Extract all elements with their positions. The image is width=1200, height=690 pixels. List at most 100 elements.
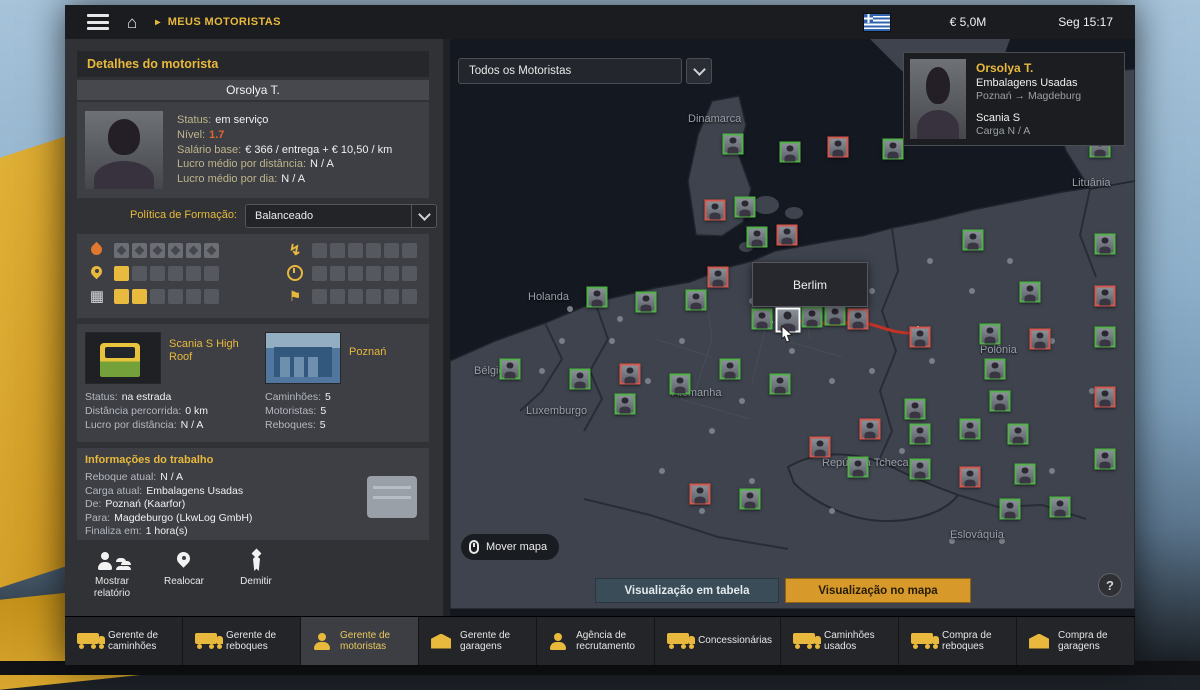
stat-value: 5 — [325, 390, 331, 404]
skill-cell — [186, 243, 201, 258]
training-policy-select[interactable]: Balanceado — [245, 204, 437, 228]
driver-marker[interactable] — [780, 142, 801, 163]
bottom-nav-bar: Gerente de caminhões Gerente de reboques… — [65, 616, 1135, 665]
driver-marker[interactable] — [960, 419, 981, 440]
bottom-nav-item[interactable]: Gerente de reboques — [183, 617, 301, 665]
driver-marker[interactable] — [910, 459, 931, 480]
table-view-button[interactable]: Visualização em tabela — [595, 578, 779, 603]
driver-marker[interactable] — [883, 139, 904, 160]
driver-marker[interactable] — [985, 359, 1006, 380]
card-cargo: Embalagens Usadas — [976, 77, 1120, 89]
skill-cell — [150, 289, 165, 304]
driver-marker[interactable] — [708, 267, 729, 288]
stat-value: 1 hora(s) — [146, 525, 188, 539]
driver-marker[interactable] — [963, 230, 984, 251]
driver-marker[interactable] — [1095, 286, 1116, 307]
driver-marker[interactable] — [615, 394, 636, 415]
bottom-nav-item[interactable]: Gerente de garagens — [419, 617, 537, 665]
stat-label: Salário base: — [177, 143, 241, 158]
driver-marker[interactable] — [980, 324, 1001, 345]
bottom-nav-item[interactable]: Compra de garagens — [1017, 617, 1135, 665]
home-icon[interactable]: ⌂ — [127, 14, 137, 31]
dismiss-icon — [245, 550, 267, 572]
high-value-cargo-skill-icon — [89, 288, 105, 304]
driver-marker[interactable] — [1030, 329, 1051, 350]
driver-marker[interactable] — [1095, 234, 1116, 255]
relocate-icon — [174, 550, 194, 572]
driver-marker[interactable] — [848, 457, 869, 478]
driver-marker[interactable] — [1095, 449, 1116, 470]
driver-marker[interactable] — [670, 374, 691, 395]
driver-marker[interactable] — [636, 292, 657, 313]
driver-marker[interactable] — [1095, 387, 1116, 408]
driver-marker[interactable] — [1008, 424, 1029, 445]
bottom-nav-item[interactable]: Gerente de motoristas — [301, 617, 419, 665]
driver-marker[interactable] — [587, 287, 608, 308]
bottom-nav-item[interactable]: Concessionárias — [655, 617, 781, 665]
garage-name[interactable]: Poznań — [349, 346, 386, 358]
driver-marker[interactable] — [770, 374, 791, 395]
driver-marker[interactable] — [723, 134, 744, 155]
driver-marker[interactable] — [825, 305, 846, 326]
skill-row — [89, 265, 219, 281]
driver-marker[interactable] — [828, 137, 849, 158]
driver-marker[interactable] — [735, 197, 756, 218]
chevron-down-icon[interactable] — [411, 205, 436, 227]
skill-row — [287, 242, 417, 258]
driver-marker[interactable] — [705, 200, 726, 221]
driver-marker[interactable] — [1015, 464, 1036, 485]
skills-left-column — [89, 242, 219, 311]
driver-marker[interactable] — [1095, 327, 1116, 348]
stat-row: Status: em serviço — [177, 113, 423, 128]
driver-marker[interactable] — [905, 399, 926, 420]
driver-marker[interactable] — [910, 424, 931, 445]
long-distance-skill-icon — [89, 265, 105, 281]
driver-marker[interactable] — [910, 327, 931, 348]
stat-row: Motoristas: 5 — [265, 404, 331, 418]
driver-marker[interactable] — [747, 227, 768, 248]
driver-marker[interactable] — [740, 489, 761, 510]
driver-marker[interactable] — [686, 290, 707, 311]
garage-thumbnail[interactable] — [265, 332, 341, 384]
menu-icon[interactable] — [87, 14, 109, 30]
drivers-map[interactable]: DinamarcaLituâniaHolandaPolôniaAlemanhaL… — [450, 39, 1135, 617]
skill-cell — [348, 289, 363, 304]
driver-marker[interactable] — [690, 484, 711, 505]
truck-thumbnail[interactable] — [85, 332, 161, 384]
driver-marker[interactable] — [776, 308, 801, 333]
driver-filter-dropdown[interactable]: Todos os Motoristas — [458, 58, 682, 84]
driver-marker[interactable] — [777, 225, 798, 246]
map-view-button[interactable]: Visualização no mapa — [785, 578, 971, 603]
bottom-nav-item[interactable]: Compra de reboques — [899, 617, 1017, 665]
stat-label: Carga atual: — [85, 485, 142, 499]
driver-marker[interactable] — [990, 391, 1011, 412]
truck-name[interactable]: Scania S High Roof — [169, 338, 261, 364]
stat-row: Lucro médio por dia: N / A — [177, 172, 423, 187]
show-report-icon — [99, 550, 125, 572]
bottom-nav-item[interactable]: Gerente de caminhões — [65, 617, 183, 665]
driver-marker[interactable] — [752, 309, 773, 330]
driver-marker[interactable] — [570, 369, 591, 390]
filter-chevron-down-icon[interactable] — [686, 58, 712, 84]
driver-marker[interactable] — [860, 419, 881, 440]
driver-marker[interactable] — [802, 307, 823, 328]
driver-marker[interactable] — [848, 309, 869, 330]
stat-row: Nível: 1.7 — [177, 128, 423, 143]
driver-marker[interactable] — [1020, 282, 1041, 303]
driver-marker[interactable] — [1000, 499, 1021, 520]
driver-marker[interactable] — [500, 359, 521, 380]
driver-info-block: Status: em serviço Nível: 1.7 Salário ba… — [77, 102, 429, 198]
bottom-nav-item[interactable]: Agência de recrutamento — [537, 617, 655, 665]
driver-marker[interactable] — [620, 364, 641, 385]
selected-driver-card[interactable]: Orsolya T. Embalagens Usadas Poznań → Ma… — [903, 52, 1125, 146]
relocate-button[interactable]: Realocar — [153, 546, 215, 606]
show-report-button[interactable]: Mostrar relatório — [81, 546, 143, 606]
dismiss-button[interactable]: Demitir — [225, 546, 287, 606]
help-button[interactable]: ? — [1098, 573, 1122, 597]
driver-marker[interactable] — [1050, 497, 1071, 518]
driver-marker[interactable] — [960, 467, 981, 488]
driver-marker[interactable] — [720, 359, 741, 380]
skill-row — [287, 288, 417, 304]
driver-marker[interactable] — [810, 437, 831, 458]
bottom-nav-item[interactable]: Caminhões usados — [781, 617, 899, 665]
